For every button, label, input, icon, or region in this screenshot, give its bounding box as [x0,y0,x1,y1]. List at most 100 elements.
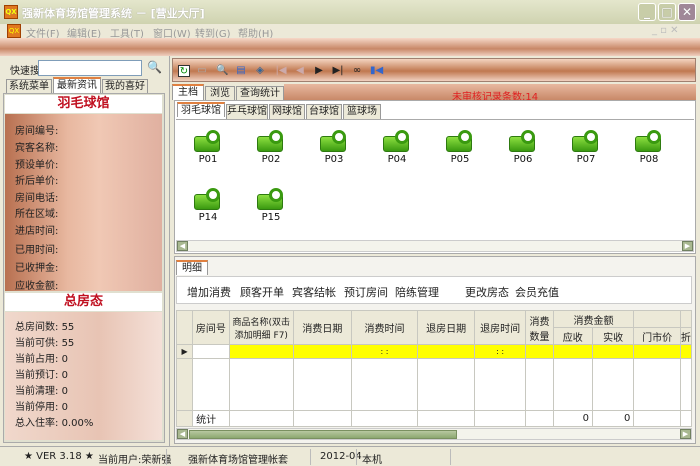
tab-detail[interactable]: 明细 [176,260,208,275]
action-bar: 增加消费 顾客开单 宾客结帐 预订房间 陪练管理 更改房态 会员充值 [176,276,692,304]
field-due: 应收金额: [15,281,59,292]
room-label: P08 [639,154,659,165]
detail-scrollbar[interactable]: ◀ ▶ [176,428,692,440]
tab-badminton[interactable]: 羽毛球馆 [177,102,225,117]
room-label: P01 [198,154,218,165]
window-title: 强新体育场馆管理系统 － [营业大厅] [22,7,205,20]
print-icon[interactable]: ▤ [235,65,247,77]
room-available-icon [509,130,537,152]
col-out-time[interactable]: 退房时间 [473,310,527,345]
field-room-no: 房间编号: [15,126,59,137]
room-P04[interactable]: P04 [379,130,415,165]
tab-favorites[interactable]: 我的喜好 [102,79,148,94]
room-available-icon [194,130,222,152]
room-P08[interactable]: P08 [631,130,667,165]
room-P03[interactable]: P03 [316,130,352,165]
col-out-date[interactable]: 退房日期 [417,310,475,345]
col-date[interactable]: 消费日期 [293,310,352,345]
col-time[interactable]: 消费时间 [350,310,419,345]
room-available-icon [194,188,222,210]
exit-icon[interactable]: ▮◀ [370,65,383,77]
current-user: 当前用户:荣新强 [98,455,172,466]
room-P15[interactable]: P15 [253,188,289,223]
edit-icon[interactable]: ▭ [196,65,208,77]
room-P02[interactable]: P02 [253,130,289,165]
account-set: 强新体育场馆管理帐套 [188,455,288,466]
stat-occupancy: 总入住率: 0.00% [15,418,94,429]
scroll-thumb[interactable] [189,430,457,439]
menu-bar: QX 文件(F) 编辑(E) 工具(T) 窗口(W) 转到(G) 帮助(H) _… [0,24,700,40]
room-scrollbar[interactable]: ◀ ▶ [176,240,694,252]
room-info: 房间编号: 宾客名称: 预设单价: 折后单价: 房间电话: 所在区域: 进店时间… [5,114,162,292]
refresh-icon[interactable]: ↻ [178,65,190,77]
room-label: P14 [198,212,218,223]
app-icon: QX [4,5,18,19]
col-amount[interactable]: 消费金额 [552,310,635,328]
status-bar: ★ VER 3.18 ★ 当前用户:荣新强 强新体育场馆管理帐套 2012-04… [0,446,700,466]
close-button[interactable]: ✕ [678,3,696,21]
tab-billiards[interactable]: 台球馆 [306,104,342,119]
room-P06[interactable]: P06 [505,130,541,165]
title-bar: QX 强新体育场馆管理系统 － [营业大厅] _ □ ✕ [0,0,700,24]
open-order-button[interactable]: 顾客开单 [240,284,284,300]
col-discount[interactable]: 折 [679,327,693,345]
stat-disabled: 当前停用: 0 [15,402,68,413]
field-checkin: 进店时间: [15,226,59,237]
room-available-icon [572,130,600,152]
table-row[interactable]: ▶ : : : : [175,344,693,359]
member-recharge-button[interactable]: 会员充值 [515,284,559,300]
tab-pingpong[interactable]: 乒乓球馆 [226,104,268,119]
checkout-button[interactable]: 宾客结帐 [292,284,336,300]
coach-manage-button[interactable]: 陪练管理 [395,284,439,300]
add-consumption-button[interactable]: 增加消费 [187,284,231,300]
search-input[interactable] [38,60,142,76]
mdi-controls[interactable]: _ ▫ ✕ [652,25,679,36]
col-paid[interactable]: 实收 [591,327,635,345]
first-icon[interactable]: |◀ [275,65,287,77]
toolbar: ↻ ▭ 🔍 ▤ ◈ |◀ ◀ ▶ ▶| ∞ ▮◀ [172,58,696,82]
room-label: P05 [450,154,470,165]
col-due[interactable]: 应收 [552,327,593,345]
tab-news[interactable]: 最新资讯 [53,77,101,94]
scroll-left-icon: ◀ [177,241,188,251]
maximize-button[interactable]: □ [658,3,676,21]
tab-system-menu[interactable]: 系统菜单 [6,79,52,94]
field-area: 所在区域: [15,209,59,220]
tab-browse[interactable]: 浏览 [205,86,235,101]
version: ★ VER 3.18 ★ [24,451,94,462]
room-available-icon [635,130,663,152]
field-preset-price: 预设单价: [15,160,59,171]
minimize-button[interactable]: _ [638,3,656,21]
last-icon[interactable]: ▶| [332,65,344,77]
status-info: 总房间数: 55 当前可供: 55 当前占用: 0 当前预订: 0 当前清理: … [5,312,162,440]
export-icon[interactable]: ◈ [254,65,266,77]
tab-main[interactable]: 主档 [172,84,204,100]
col-room[interactable]: 房间号 [192,310,230,345]
room-label: P15 [261,212,281,223]
preview-icon[interactable]: 🔍 [216,65,228,77]
col-product[interactable]: 商品名称(双击添加明细 F7) [228,310,295,345]
binoculars-icon[interactable]: ∞ [351,65,363,77]
scroll-right-icon: ▶ [682,241,693,251]
prev-icon[interactable]: ◀ [294,65,306,77]
room-P07[interactable]: P07 [568,130,604,165]
tab-basketball[interactable]: 篮球场 [343,104,381,119]
next-icon[interactable]: ▶ [313,65,325,77]
room-P05[interactable]: P05 [442,130,478,165]
tab-tennis[interactable]: 网球馆 [269,104,305,119]
change-status-button[interactable]: 更改房态 [465,284,509,300]
col-retail[interactable]: 门市价 [633,327,681,345]
room-P01[interactable]: P01 [190,130,226,165]
room-available-icon [320,130,348,152]
search-icon[interactable]: 🔍 [147,60,162,74]
tab-query[interactable]: 查询统计 [236,86,284,101]
room-grid: P01 P02 P03 P04 P05 P06 P07 P08 P14 P15 [176,119,694,239]
room-available-icon [257,130,285,152]
stat-available: 当前可供: 55 [15,338,75,349]
field-guest: 宾客名称: [15,143,59,154]
room-P14[interactable]: P14 [190,188,226,223]
reserve-room-button[interactable]: 预订房间 [344,284,388,300]
field-discount-price: 折后单价: [15,176,59,187]
col-qty[interactable]: 消费数量 [525,310,554,345]
room-label: P03 [324,154,344,165]
